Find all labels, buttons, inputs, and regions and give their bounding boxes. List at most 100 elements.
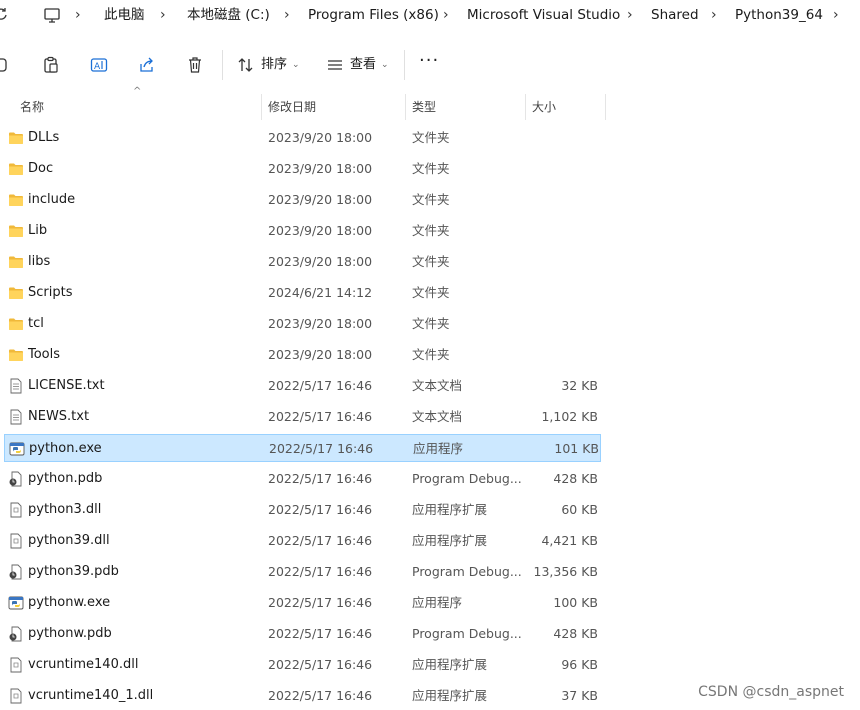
file-size: 1,102 KB [541,409,598,424]
breadcrumb-visual-studio[interactable]: Microsoft Visual Studio [467,0,620,30]
file-row[interactable]: NEWS.txt 2022/5/17 16:46 文本文档 1,102 KB [4,403,601,431]
chevron-right-icon[interactable]: › [627,0,633,30]
refresh-icon[interactable] [0,7,8,21]
address-bar[interactable]: › 此电脑 › 本地磁盘 (C:) › Program Files (x86) … [0,0,860,30]
file-row[interactable]: python.exe 2022/5/17 16:46 应用程序 101 KB [4,434,601,462]
file-size [529,155,598,183]
file-row[interactable]: vcruntime140.dll 2022/5/17 16:46 应用程序扩展 96 … [4,651,601,679]
delete-icon[interactable] [186,56,204,74]
chevron-right-icon[interactable]: › [160,0,166,30]
breadcrumb-program-files[interactable]: Program Files (x86) [308,0,439,30]
file-size [529,186,598,214]
file-type: 应用程序扩展 [412,533,488,548]
file-type: 应用程序 [412,595,463,610]
folder-icon [9,225,23,237]
file-row[interactable]: LICENSE.txt 2022/5/17 16:46 文本文档 32 KB [4,372,601,400]
file-type: 应用程序扩展 [412,657,488,672]
paste-icon[interactable] [42,56,60,74]
file-modified-date: 2024/6/21 14:12 [268,285,373,300]
chevron-right-icon[interactable]: › [711,0,717,30]
file-size: 32 KB [561,378,598,393]
file-name: python39.pdb [28,564,119,579]
share-icon[interactable] [138,56,156,74]
rename-icon[interactable]: A [90,56,108,74]
file-type: 文本文档 [412,409,463,424]
file-type: 文本文档 [412,378,463,393]
breadcrumb-this-pc[interactable]: 此电脑 [104,0,145,30]
file-size: 428 KB [553,471,598,486]
column-header-name[interactable]: 名称 [20,94,44,120]
file-row[interactable]: pythonw.pdb 2022/5/17 16:46 Program Debug.… [4,620,601,648]
cut-icon[interactable] [0,56,10,74]
file-name: pythonw.exe [28,595,111,610]
file-type: 文件夹 [412,254,450,269]
file-type: 文件夹 [412,316,450,331]
pdb-file-icon [9,564,22,580]
breadcrumb-python39[interactable]: Python39_64 [735,0,823,30]
chevron-right-icon[interactable]: › [833,0,839,30]
view-button[interactable]: 查看 ⌄ [326,52,396,78]
file-row[interactable]: vcruntime140_1.dll 2022/5/17 16:46 应用程序扩展 3… [4,682,601,710]
sort-label: 排序 [261,57,288,72]
file-size: 60 KB [561,502,598,517]
file-type: 文件夹 [412,130,450,145]
file-modified-date: 2022/5/17 16:46 [268,502,373,517]
file-row[interactable]: Doc 2023/9/20 18:00 文件夹 [4,155,601,183]
column-header-date[interactable]: 修改日期 [268,94,316,120]
file-row[interactable]: DLLs 2023/9/20 18:00 文件夹 [4,124,601,152]
file-row[interactable]: tcl 2023/9/20 18:00 文件夹 [4,310,601,338]
file-size: 13,356 KB [533,564,598,579]
file-modified-date: 2022/5/17 16:46 [268,533,373,548]
file-size: 37 KB [561,688,598,703]
file-type: Program Debug... [412,471,522,486]
file-row[interactable]: python3.dll 2022/5/17 16:46 应用程序扩展 60 KB [4,496,601,524]
column-header-row: ^ 名称 修改日期 类型 大小 [0,86,860,121]
breadcrumb-local-disk[interactable]: 本地磁盘 (C:) [187,0,270,30]
file-name: python39.dll [28,533,110,548]
file-row[interactable]: Tools 2023/9/20 18:00 文件夹 [4,341,601,369]
file-row[interactable]: python39.pdb 2022/5/17 16:46 Program Debug… [4,558,601,586]
dll-file-icon [10,688,22,704]
file-modified-date: 2023/9/20 18:00 [268,223,373,238]
file-row[interactable]: Scripts 2024/6/21 14:12 文件夹 [4,279,601,307]
column-header-type[interactable]: 类型 [412,94,436,120]
file-modified-date: 2023/9/20 18:00 [268,347,373,362]
sort-button[interactable]: 排序 ⌄ [237,52,307,78]
file-modified-date: 2023/9/20 18:00 [268,254,373,269]
file-name: include [28,192,76,207]
watermark: CSDN @csdn_aspnet [698,684,844,700]
toolbar-divider [404,50,405,80]
column-header-size[interactable]: 大小 [532,94,556,120]
file-row[interactable]: libs 2023/9/20 18:00 文件夹 [4,248,601,276]
file-row[interactable]: include 2023/9/20 18:00 文件夹 [4,186,601,214]
file-size [529,248,598,276]
folder-icon [9,287,23,299]
file-row[interactable]: python39.dll 2022/5/17 16:46 应用程序扩展 4,421 K… [4,527,601,555]
folder-icon [9,349,23,361]
chevron-right-icon[interactable]: › [284,0,290,30]
file-row[interactable]: Lib 2023/9/20 18:00 文件夹 [4,217,601,245]
file-size [529,279,598,307]
chevron-right-icon[interactable]: › [443,0,449,30]
file-name: vcruntime140.dll [28,657,139,672]
pdb-file-icon [9,626,22,642]
file-size [529,217,598,245]
chevron-right-icon[interactable]: › [75,0,81,30]
column-divider[interactable] [605,94,606,120]
command-bar: A 排序 ⌄ 查看 ⌄ ··· [0,36,860,95]
file-row[interactable]: python.pdb 2022/5/17 16:46 Program Debug..… [4,465,601,493]
file-modified-date: 2022/5/17 16:46 [268,626,373,641]
file-name: Doc [28,161,54,176]
file-row[interactable]: pythonw.exe 2022/5/17 16:46 应用程序 100 KB [4,589,601,617]
more-options-button[interactable]: ··· [419,50,439,71]
column-divider[interactable] [525,94,526,120]
folder-icon [9,163,23,175]
column-divider[interactable] [405,94,406,120]
text-file-icon [10,409,22,425]
breadcrumb-shared[interactable]: Shared [651,0,699,30]
file-size [529,310,598,338]
column-divider[interactable] [261,94,262,120]
computer-icon [44,8,60,23]
file-name: NEWS.txt [28,409,90,424]
file-type: 文件夹 [412,285,450,300]
